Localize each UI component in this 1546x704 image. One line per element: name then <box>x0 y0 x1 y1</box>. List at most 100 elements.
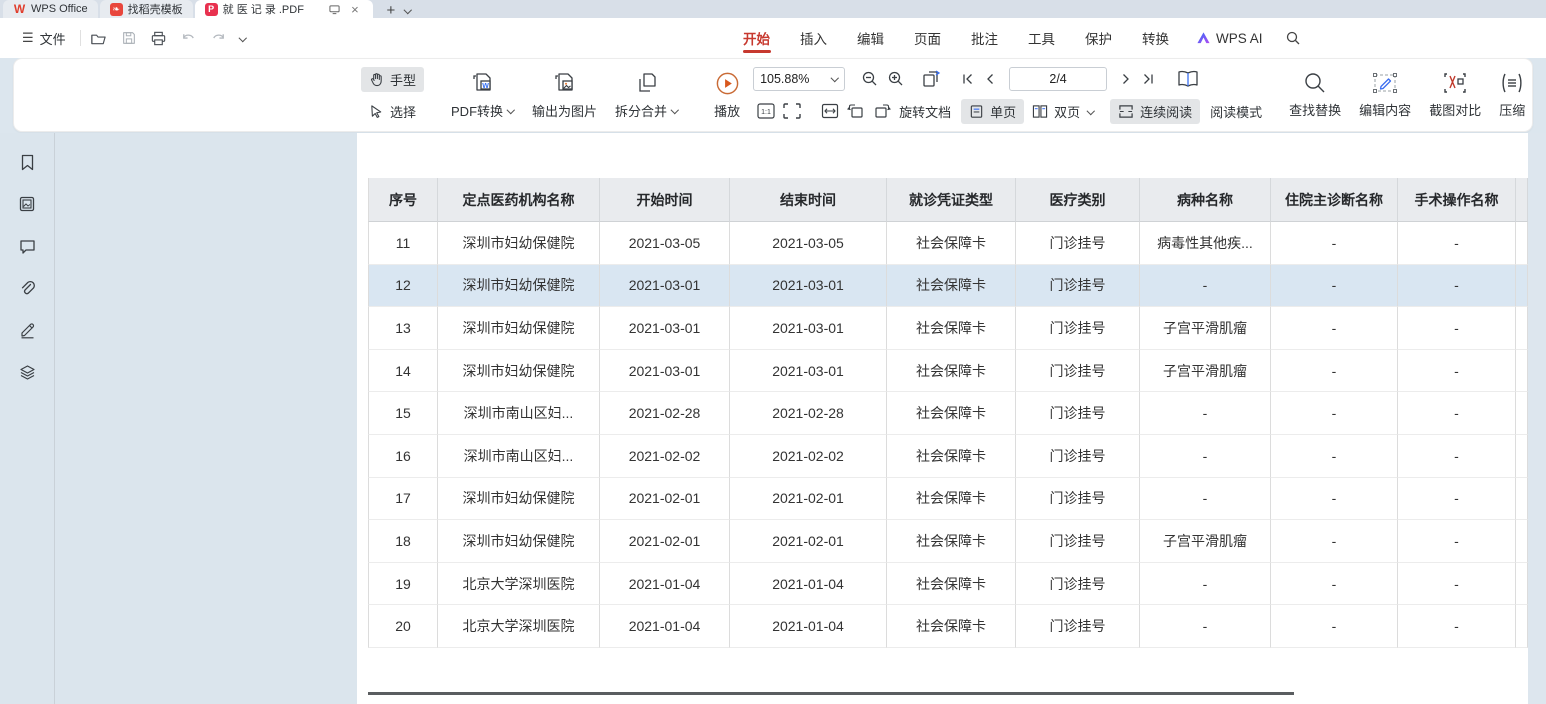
scroll-gutter[interactable] <box>1528 133 1546 704</box>
tab-wps-office[interactable]: W WPS Office <box>3 0 98 18</box>
table-cell: 社会保障卡 <box>887 350 1016 393</box>
table-cell: 子宫平滑肌瘤 <box>1140 350 1271 393</box>
find-replace-button[interactable]: 查找替换 <box>1280 71 1350 119</box>
quick-tools-chevron-icon[interactable] <box>239 34 247 42</box>
print-icon[interactable] <box>149 28 169 48</box>
comment-icon[interactable] <box>18 237 36 255</box>
table-row: 14深圳市妇幼保健院2021-03-012021-03-01社会保障卡门诊挂号子… <box>368 350 1528 393</box>
zoom-level-select[interactable]: 105.88% <box>753 67 845 91</box>
rotate-doc-label[interactable]: 旋转文档 <box>899 102 951 121</box>
window-tab-bar: W WPS Office ❧ 找稻壳模板 P 就 医 记 录 .PDF × + <box>0 0 1546 18</box>
save-icon[interactable] <box>119 28 139 48</box>
word-translate-button[interactable]: 文A 划词翻译 <box>1538 99 1546 124</box>
next-page-icon[interactable] <box>1115 70 1137 88</box>
ribbon-tab-tools[interactable]: 工具 <box>1013 18 1070 58</box>
wps-ai-button[interactable]: WPS AI <box>1184 31 1275 46</box>
signature-icon[interactable] <box>18 321 36 339</box>
bookmark-icon[interactable] <box>18 153 36 171</box>
tab-label: 找稻壳模板 <box>128 1 183 17</box>
table-cell: - <box>1140 478 1271 521</box>
open-folder-icon[interactable] <box>89 28 109 48</box>
table-cell: 社会保障卡 <box>887 392 1016 435</box>
screenshot-compare-button[interactable]: 截图对比 <box>1420 71 1490 119</box>
tab-pdf-document[interactable]: P 就 医 记 录 .PDF × <box>195 0 373 18</box>
rotate-pages-icon[interactable] <box>917 67 947 91</box>
table-cell: 门诊挂号 <box>1016 307 1140 350</box>
play-label: 播放 <box>714 101 740 120</box>
ribbon-tab-edit[interactable]: 编辑 <box>842 18 899 58</box>
split-merge-button[interactable]: 拆分合并 <box>606 70 687 120</box>
zoom-in-icon[interactable] <box>883 68 909 90</box>
table-row: 13深圳市妇幼保健院2021-03-012021-03-01社会保障卡门诊挂号子… <box>368 307 1528 350</box>
tab-list-chevron-icon[interactable] <box>404 6 412 14</box>
ribbon-tab-insert[interactable]: 插入 <box>785 18 842 58</box>
table-cell: 2021-03-01 <box>600 307 730 350</box>
table-cell: 2021-02-01 <box>730 520 887 563</box>
compress-button[interactable]: 压缩 <box>1490 71 1534 119</box>
edit-content-button[interactable]: 编辑内容 <box>1350 71 1420 119</box>
continuous-read-icon <box>1118 104 1134 119</box>
file-menu-button[interactable]: ☰ 文件 <box>16 25 72 52</box>
menu-bar: ☰ 文件 开始 插入 编辑 页面 <box>0 18 1546 58</box>
table-cell: 社会保障卡 <box>887 478 1016 521</box>
monitor-icon[interactable] <box>327 1 343 17</box>
tab-docer-templates[interactable]: ❧ 找稻壳模板 <box>100 0 193 18</box>
tab-label: 就 医 记 录 .PDF <box>223 1 304 17</box>
table-cell: 社会保障卡 <box>887 265 1016 308</box>
continuous-read-button[interactable]: 连续阅读 <box>1110 99 1200 124</box>
table-cell: 子宫平滑肌瘤 <box>1140 307 1271 350</box>
table-cell: - <box>1140 392 1271 435</box>
ribbon-tab-convert[interactable]: 转换 <box>1127 18 1184 58</box>
ribbon-tab-comment[interactable]: 批注 <box>956 18 1013 58</box>
first-page-icon[interactable] <box>957 70 979 88</box>
new-tab-button[interactable]: + <box>383 2 399 18</box>
fit-width-button[interactable] <box>817 101 843 121</box>
pdf-convert-label: PDF转换 <box>451 101 503 120</box>
table-cell: 深圳市南山区妇... <box>438 392 600 435</box>
ribbon-tab-page[interactable]: 页面 <box>899 18 956 58</box>
pdf-table: 序号定点医药机构名称开始时间结束时间就诊凭证类型医疗类别病种名称住院主诊断名称手… <box>368 178 1528 648</box>
close-tab-icon[interactable]: × <box>347 1 363 17</box>
full-translate-button[interactable]: A文 全文翻译 <box>1538 67 1546 92</box>
read-mode-icon[interactable] <box>1173 67 1203 91</box>
export-image-icon <box>552 70 578 96</box>
fit-page-button[interactable] <box>779 101 805 121</box>
rotate-left-icon[interactable] <box>843 101 869 121</box>
hand-tool-button[interactable]: 手型 <box>361 67 424 92</box>
zoom-out-icon[interactable] <box>857 68 883 90</box>
table-cell <box>1516 563 1528 606</box>
single-page-button[interactable]: 单页 <box>961 99 1024 124</box>
wps-ai-label: WPS AI <box>1216 31 1263 46</box>
table-cell: - <box>1271 307 1398 350</box>
read-mode-label[interactable]: 阅读模式 <box>1210 102 1262 121</box>
pdf-file-icon: P <box>205 3 218 16</box>
ribbon-tab-protect[interactable]: 保护 <box>1070 18 1127 58</box>
layers-icon[interactable] <box>18 363 36 381</box>
play-icon <box>715 71 740 96</box>
ribbon-tab-home[interactable]: 开始 <box>728 18 785 58</box>
hand-icon <box>369 72 384 87</box>
rotate-right-icon[interactable] <box>869 101 895 121</box>
undo-icon[interactable] <box>179 28 199 48</box>
table-cell: - <box>1271 605 1398 648</box>
page-number-input[interactable]: 2/4 <box>1009 67 1107 91</box>
pdf-convert-button[interactable]: W PDF转换 <box>442 70 523 120</box>
double-page-button[interactable]: 双页 <box>1024 99 1102 124</box>
prev-page-icon[interactable] <box>979 70 1001 88</box>
actual-size-button[interactable]: 1:1 <box>753 101 779 121</box>
attachment-icon[interactable] <box>18 279 36 297</box>
thumbnail-icon[interactable] <box>18 195 36 213</box>
select-tool-button[interactable]: 选择 <box>361 99 424 124</box>
toolbar-panel: 手型 选择 W PDF转换 输出为图片 拆分合并 播放 <box>13 58 1533 132</box>
table-bottom-border <box>368 692 1294 695</box>
last-page-icon[interactable] <box>1137 70 1159 88</box>
table-cell: - <box>1271 350 1398 393</box>
redo-icon[interactable] <box>209 28 229 48</box>
wps-pdf-window: W WPS Office ❧ 找稻壳模板 P 就 医 记 录 .PDF × + … <box>0 0 1546 704</box>
table-row: 16深圳市南山区妇...2021-02-022021-02-02社会保障卡门诊挂… <box>368 435 1528 478</box>
table-cell <box>1516 392 1528 435</box>
ribbon-search-icon[interactable] <box>1275 30 1311 46</box>
export-image-button[interactable]: 输出为图片 <box>523 70 606 120</box>
table-cell: 深圳市妇幼保健院 <box>438 350 600 393</box>
play-button[interactable]: 播放 <box>705 71 749 120</box>
